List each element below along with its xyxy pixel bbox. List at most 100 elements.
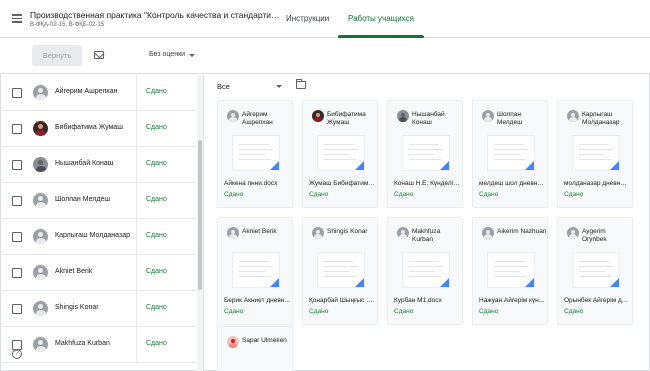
student-checkbox[interactable] [12,160,22,170]
card-student-name: Makhfuza Kurban [412,228,441,243]
doc-icon [610,278,619,287]
course-groups: В-ФҚА-02-15, В-ФҚБ-02-15 [30,22,105,28]
avatar [482,227,494,239]
submission-card[interactable]: Aikerim Nazhuan Нажуан Айгерім күн... Сдан… [472,217,548,325]
mail-icon[interactable] [94,51,104,59]
student-name[interactable]: Шолпан Мелдеш [55,196,110,203]
column-divider [136,255,137,291]
student-checkbox[interactable] [12,124,22,134]
tab-student-work[interactable]: Работы учащихся [338,0,424,38]
card-student-name: Aikerim Nazhuan [497,228,547,235]
doc-icon [440,278,449,287]
student-name[interactable]: Shingis Konar [55,304,99,311]
submission-card[interactable]: Шолпан Мелдеш мелдеш шол дневни... Сдано [472,100,548,208]
card-student-name: Айгерим Ашрепхан [242,111,273,126]
attachment-filename[interactable]: молданазар дневник... [564,180,630,187]
return-button[interactable]: Вернуть [32,45,82,66]
student-row[interactable]: Нышанбай Конаш Сдано [0,147,196,183]
chevron-down-icon[interactable] [189,54,195,57]
document-thumbnail[interactable] [232,252,280,288]
attachment-filename[interactable]: Айкена пнни.docx [224,180,290,187]
document-thumbnail[interactable] [402,135,450,171]
column-divider [136,75,137,111]
status-label: Сдано [309,308,329,315]
student-checkbox[interactable] [12,304,22,314]
submission-card[interactable]: Shingis Konar Қонарбай Шыңғыс З... Сдано [302,217,378,325]
avatar [33,85,48,100]
grade-filter-select[interactable]: Без оценки [149,51,185,58]
status-label: Сдано [146,232,167,239]
student-row[interactable]: Akniet Berik Сдано [0,255,196,291]
avatar [33,157,48,172]
attachment-filename[interactable]: Қонарбай Шыңғыс З... [309,297,375,304]
card-student-name: Бибифатима Жумаш [327,111,366,126]
scrollbar-thumb[interactable] [198,140,202,290]
student-checkbox[interactable] [12,196,22,206]
student-checkbox[interactable] [12,268,22,278]
doc-icon [440,161,449,170]
doc-icon [610,161,619,170]
student-row[interactable]: Айгерим Ашрепхан Сдано [0,75,196,111]
status-label: Сдано [394,308,414,315]
course-title[interactable]: Производственная практика "Контроль каче… [30,10,280,20]
student-checkbox[interactable] [12,88,22,98]
status-label: Сдано [309,191,329,198]
avatar [312,110,324,122]
document-thumbnail[interactable] [402,252,450,288]
document-thumbnail[interactable] [317,135,365,171]
student-checkbox[interactable] [12,232,22,242]
attachment-filename[interactable]: Орынбек Айгерім дн... [564,297,630,304]
help-icon[interactable]: ? [12,349,22,359]
document-thumbnail[interactable] [232,135,280,171]
student-row[interactable]: Бибифатима Жумаш Сдано [0,111,196,147]
attachment-filename[interactable]: Берик Акниет дневн... [224,297,290,304]
status-label: Сдано [564,308,584,315]
doc-icon [355,161,364,170]
student-name[interactable]: Айгерим Ашрепхан [55,88,117,95]
avatar [33,265,48,280]
status-label: Сдано [146,340,167,347]
card-student-name: Shingis Konar [327,228,368,235]
column-divider [136,219,137,255]
submission-card[interactable]: Aygerim Orynbek Орынбек Айгерім дн... Сдан… [557,217,633,325]
attachment-filename[interactable]: мелдеш шол дневни... [479,180,545,187]
status-label: Сдано [146,124,167,131]
avatar [227,110,239,122]
status-label: Сдано [224,191,244,198]
attachment-filename[interactable]: Нажуан Айгерім күн... [479,297,545,304]
student-name[interactable]: Карлыгаш Молданазар [55,232,130,239]
student-name[interactable]: Нышанбай Конаш [55,160,113,167]
student-name[interactable]: Akniet Berik [55,268,92,275]
document-thumbnail[interactable] [572,135,620,171]
menu-icon[interactable] [12,14,22,23]
document-thumbnail[interactable] [572,252,620,288]
student-row[interactable]: Makhfuza Kurban Сдано [0,327,196,363]
submission-card[interactable]: Sapar Ulmeken [217,326,293,371]
student-name[interactable]: Makhfuza Kurban [55,340,110,347]
student-row[interactable]: Шолпан Мелдеш Сдано [0,183,196,219]
attachment-filename[interactable]: Курбан М1.docx [394,297,460,304]
submission-card[interactable]: Нышанбай Конаш Конаш Н.Е. Күнделік ... Сда… [387,100,463,208]
submission-card[interactable]: Makhfuza Kurban Курбан М1.docx Сдано [387,217,463,325]
toolbar: Вернуть Без оценки [0,38,650,74]
avatar [312,227,324,239]
status-filter-select[interactable]: Все [217,82,230,91]
chevron-down-icon[interactable] [276,85,282,88]
submission-card[interactable]: Akniet Berik Берик Акниет дневн... Сдано [217,217,293,325]
folder-icon[interactable] [296,79,306,89]
document-thumbnail[interactable] [317,252,365,288]
document-thumbnail[interactable] [487,252,535,288]
tab-instructions[interactable]: Инструкции [276,0,339,38]
submission-card[interactable]: Карлыгаш Молданазар молданазар дневник...… [557,100,633,208]
document-thumbnail[interactable] [487,135,535,171]
submission-card[interactable]: Бибифатима Жумаш Жумаш Бибифатима... Сдано [302,100,378,208]
attachment-filename[interactable]: Конаш Н.Е. Күнделік ... [394,180,460,187]
attachment-filename[interactable]: Жумаш Бибифатима... [309,180,375,187]
student-row[interactable]: Shingis Konar Сдано [0,291,196,327]
status-label: Сдано [479,191,499,198]
status-label: Сдано [146,196,167,203]
submission-card[interactable]: Айгерим Ашрепхан Айкена пнни.docx Сдано [217,100,293,208]
status-label: Сдано [146,88,167,95]
student-name[interactable]: Бибифатима Жумаш [55,124,123,131]
student-row[interactable]: Карлыгаш Молданазар Сдано [0,219,196,255]
